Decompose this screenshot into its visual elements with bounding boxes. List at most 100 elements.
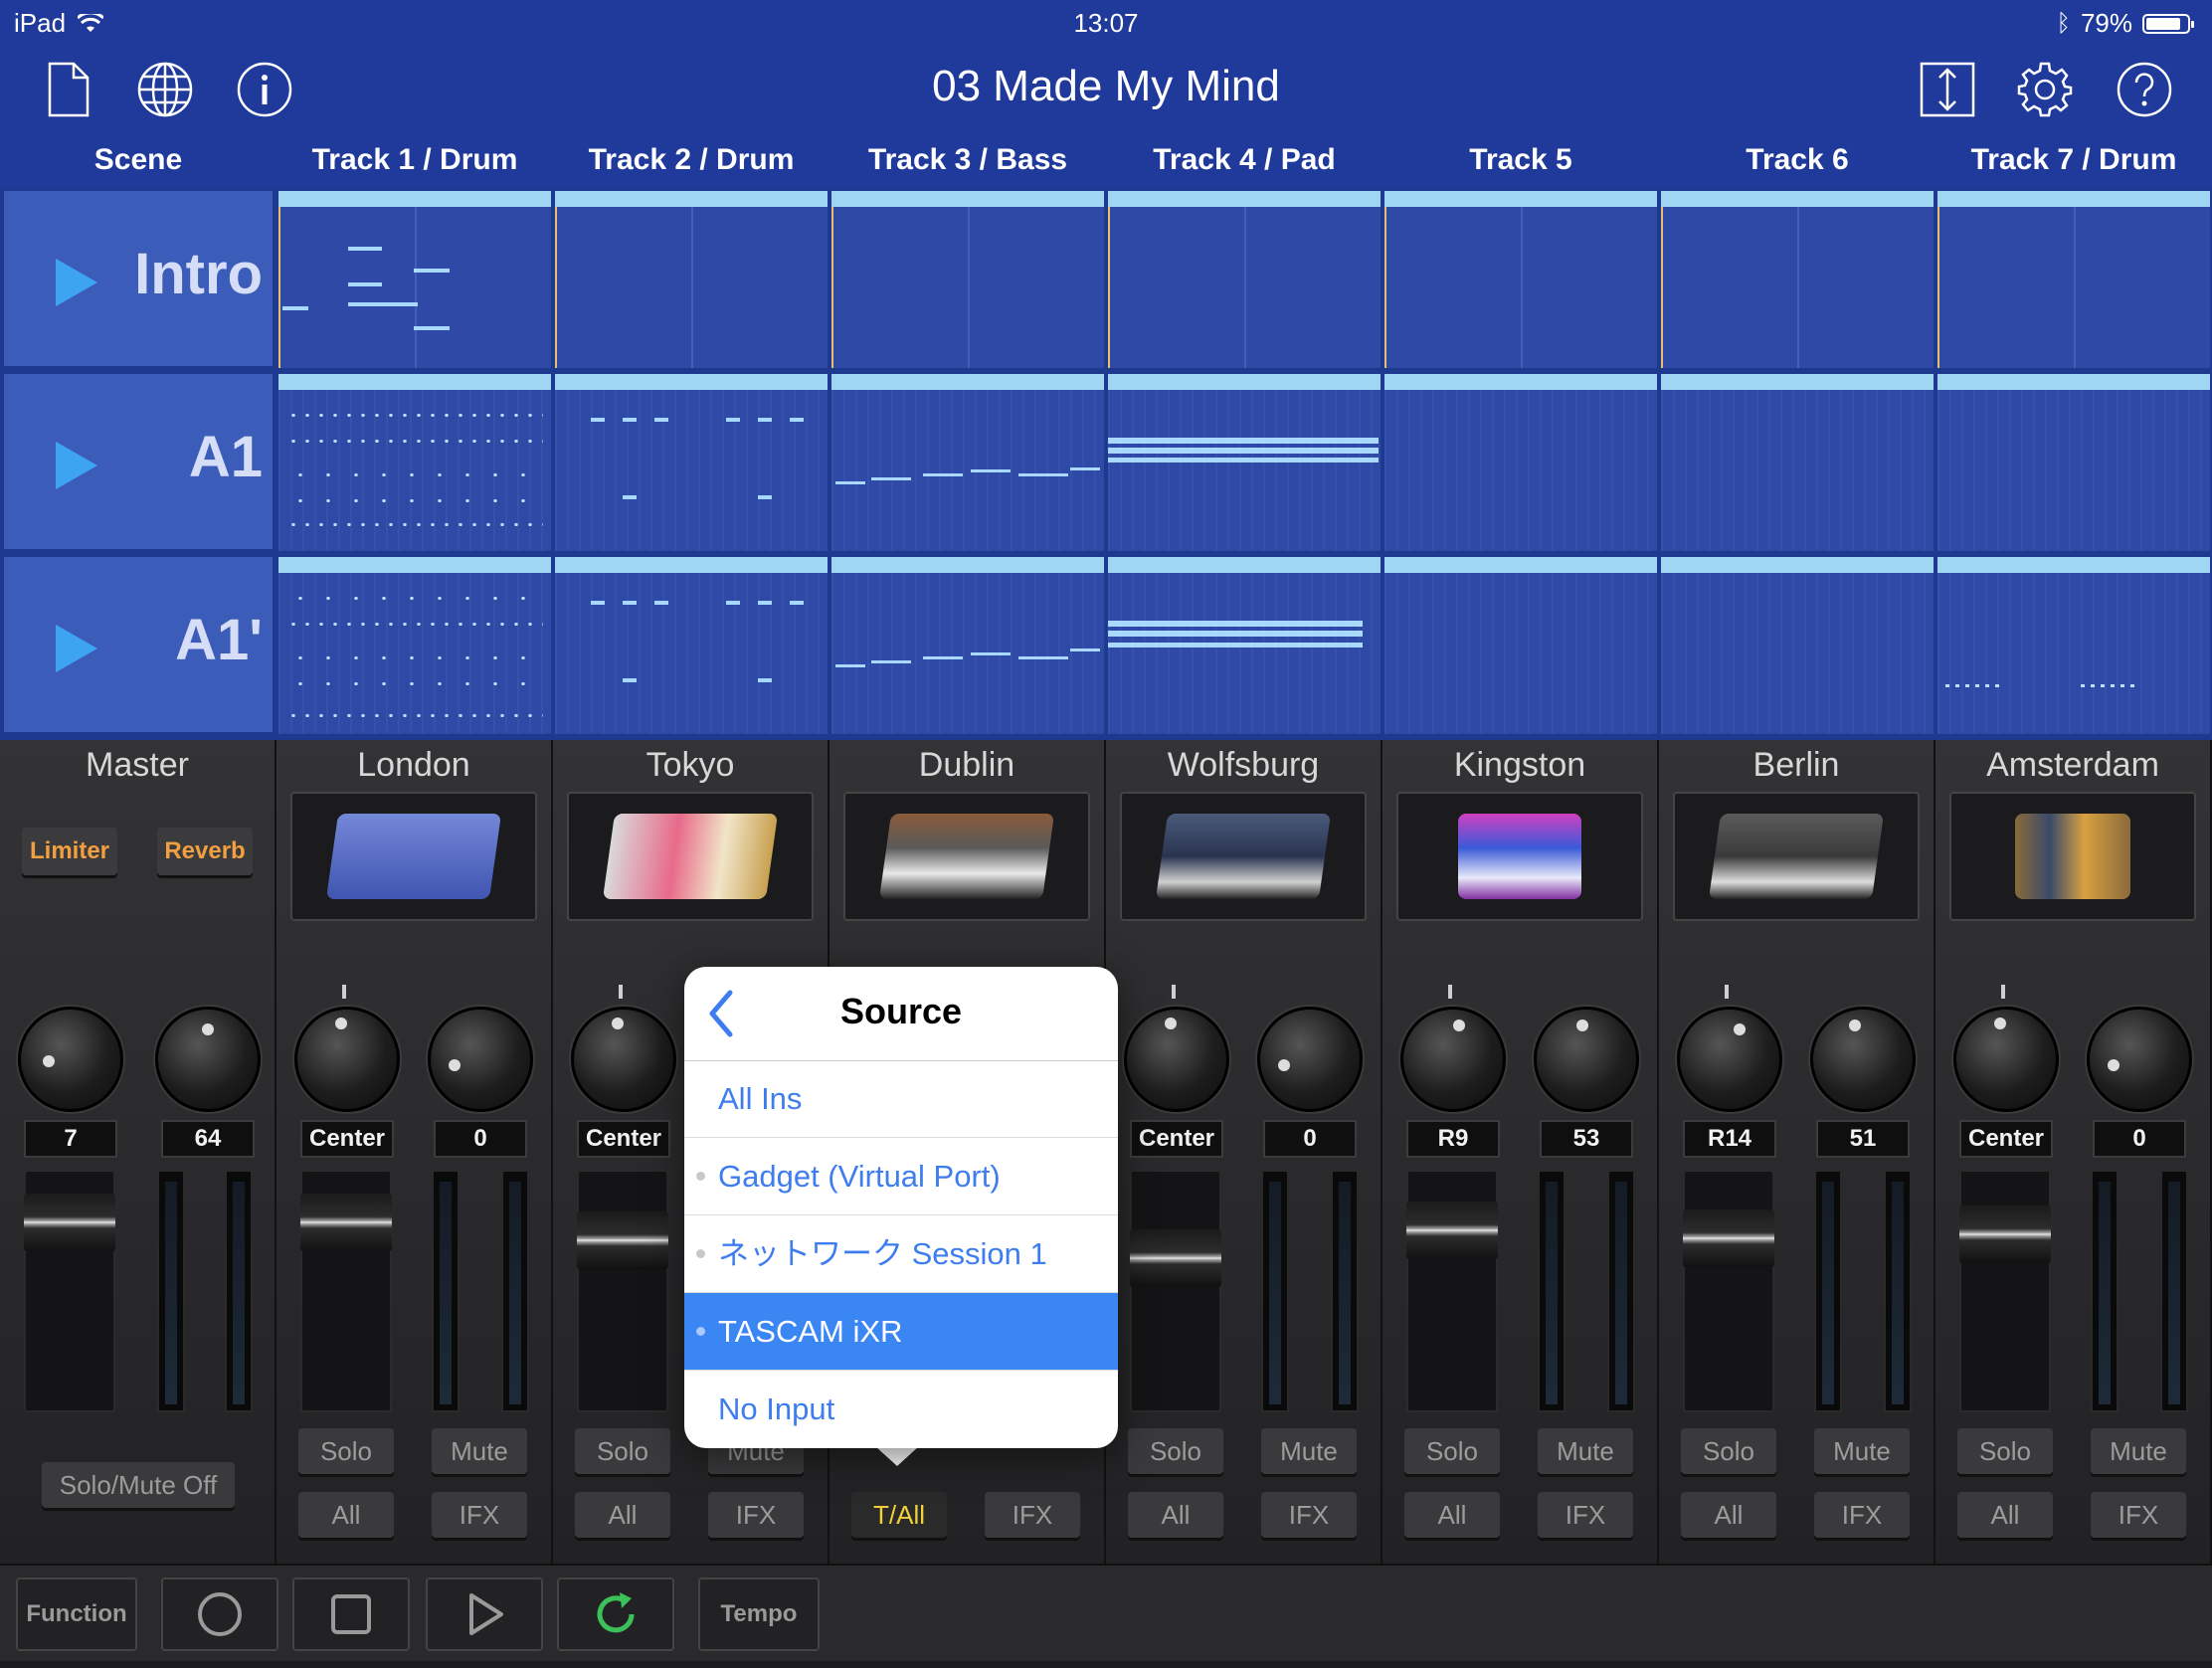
scene-a1-prime[interactable]: A1': [4, 557, 273, 732]
gadget-thumbnail[interactable]: [1120, 792, 1367, 921]
scene-intro[interactable]: Intro: [4, 191, 273, 366]
clip-intro-track1[interactable]: [278, 191, 551, 368]
clip-a1p-track3[interactable]: [831, 557, 1104, 734]
track-header-4[interactable]: Track 4 / Pad: [1106, 143, 1382, 177]
scene-a1[interactable]: A1: [4, 374, 273, 549]
solo-mute-off-button[interactable]: Solo/Mute Off: [42, 1462, 235, 1508]
clip-a1-track3[interactable]: [831, 374, 1104, 551]
solo-button[interactable]: Solo: [1128, 1428, 1223, 1474]
solo-button[interactable]: Solo: [575, 1428, 670, 1474]
clip-a1p-track2[interactable]: [555, 557, 828, 734]
track-header-7[interactable]: Track 7 / Drum: [1936, 143, 2212, 177]
clip-intro-track3[interactable]: [831, 191, 1104, 368]
input-button[interactable]: T/All: [851, 1492, 947, 1538]
gadget-thumbnail[interactable]: [290, 792, 537, 921]
mute-button[interactable]: Mute: [1538, 1428, 1633, 1474]
source-option-all-ins[interactable]: All Ins: [684, 1060, 1118, 1138]
clip-intro-track5[interactable]: [1384, 191, 1657, 368]
play-icon[interactable]: [56, 259, 97, 306]
ifx-button[interactable]: IFX: [432, 1492, 527, 1538]
ifx-button[interactable]: IFX: [708, 1492, 804, 1538]
master-knob-2[interactable]: [155, 1007, 261, 1112]
gadget-thumbnail[interactable]: [567, 792, 814, 921]
fader-handle[interactable]: [1130, 1229, 1221, 1287]
mute-button[interactable]: Mute: [1814, 1428, 1910, 1474]
record-button[interactable]: [161, 1577, 278, 1651]
track-header-6[interactable]: Track 6: [1659, 143, 1936, 177]
play-icon[interactable]: [56, 625, 97, 672]
mute-button[interactable]: Mute: [1261, 1428, 1357, 1474]
solo-button[interactable]: Solo: [298, 1428, 394, 1474]
clip-a1-track7[interactable]: [1937, 374, 2210, 551]
pan-knob[interactable]: [294, 1007, 400, 1112]
gadget-thumbnail[interactable]: [843, 792, 1090, 921]
clip-intro-track4[interactable]: [1108, 191, 1381, 368]
ifx-button[interactable]: IFX: [985, 1492, 1080, 1538]
solo-button[interactable]: Solo: [1681, 1428, 1776, 1474]
track-header-2[interactable]: Track 2 / Drum: [553, 143, 830, 177]
pan-knob[interactable]: [1400, 1007, 1506, 1112]
clip-a1p-track6[interactable]: [1661, 557, 1934, 734]
fader-handle[interactable]: [1959, 1205, 2051, 1263]
clip-intro-track6[interactable]: [1661, 191, 1934, 368]
clip-a1-track5[interactable]: [1384, 374, 1657, 551]
clip-a1p-track5[interactable]: [1384, 557, 1657, 734]
help-icon[interactable]: [2115, 60, 2174, 119]
track-header-3[interactable]: Track 3 / Bass: [830, 143, 1106, 177]
pan-knob[interactable]: [1953, 1007, 2059, 1112]
fader-handle[interactable]: [24, 1194, 115, 1251]
input-button[interactable]: All: [1957, 1492, 2053, 1538]
song-title[interactable]: 03 Made My Mind: [0, 62, 2212, 111]
ifx-button[interactable]: IFX: [1261, 1492, 1357, 1538]
track-header-1[interactable]: Track 1 / Drum: [276, 143, 553, 177]
input-button[interactable]: All: [1128, 1492, 1223, 1538]
pan-knob[interactable]: [571, 1007, 676, 1112]
clip-a1-track6[interactable]: [1661, 374, 1934, 551]
volume-fader[interactable]: [1683, 1170, 1774, 1412]
volume-fader[interactable]: [577, 1170, 668, 1412]
pan-knob[interactable]: [1124, 1007, 1229, 1112]
pan-knob[interactable]: [1677, 1007, 1782, 1112]
gadget-thumbnail[interactable]: [1396, 792, 1643, 921]
source-option-tascam-ixr[interactable]: TASCAM iXR: [684, 1293, 1118, 1371]
solo-button[interactable]: Solo: [1404, 1428, 1500, 1474]
tempo-button[interactable]: Tempo: [698, 1577, 820, 1651]
gadget-thumbnail[interactable]: [1949, 792, 2196, 921]
input-button[interactable]: All: [1681, 1492, 1776, 1538]
clip-a1-track1[interactable]: [278, 374, 551, 551]
clip-a1p-track4[interactable]: [1108, 557, 1381, 734]
clip-a1p-track7[interactable]: [1937, 557, 2210, 734]
send-knob[interactable]: [1810, 1007, 1916, 1112]
send-knob[interactable]: [428, 1007, 533, 1112]
clip-a1p-track1[interactable]: [278, 557, 551, 734]
resize-view-icon[interactable]: [1918, 60, 1977, 119]
send-knob[interactable]: [1257, 1007, 1363, 1112]
play-button[interactable]: [426, 1577, 543, 1651]
stop-button[interactable]: [292, 1577, 410, 1651]
source-option-no-input[interactable]: No Input: [684, 1371, 1118, 1448]
input-button[interactable]: All: [1404, 1492, 1500, 1538]
function-button[interactable]: Function: [16, 1577, 137, 1651]
volume-fader[interactable]: [300, 1170, 392, 1412]
fader-handle[interactable]: [300, 1194, 392, 1251]
send-knob[interactable]: [1534, 1007, 1639, 1112]
mute-button[interactable]: Mute: [2091, 1428, 2186, 1474]
track-header-5[interactable]: Track 5: [1382, 143, 1659, 177]
input-button[interactable]: All: [298, 1492, 394, 1538]
clip-intro-track2[interactable]: [555, 191, 828, 368]
solo-button[interactable]: Solo: [1957, 1428, 2053, 1474]
master-fader[interactable]: [24, 1170, 115, 1412]
reverb-button[interactable]: Reverb: [157, 828, 253, 875]
loop-button[interactable]: [557, 1577, 674, 1651]
clip-a1-track2[interactable]: [555, 374, 828, 551]
fader-handle[interactable]: [1683, 1209, 1774, 1267]
clip-intro-track7[interactable]: [1937, 191, 2210, 368]
ifx-button[interactable]: IFX: [1814, 1492, 1910, 1538]
gear-icon[interactable]: [2015, 60, 2075, 119]
source-option-network-session[interactable]: ネットワーク Session 1: [684, 1215, 1118, 1293]
source-option-gadget-virtual-port[interactable]: Gadget (Virtual Port): [684, 1138, 1118, 1215]
gadget-thumbnail[interactable]: [1673, 792, 1920, 921]
ifx-button[interactable]: IFX: [1538, 1492, 1633, 1538]
mute-button[interactable]: Mute: [432, 1428, 527, 1474]
volume-fader[interactable]: [1406, 1170, 1498, 1412]
